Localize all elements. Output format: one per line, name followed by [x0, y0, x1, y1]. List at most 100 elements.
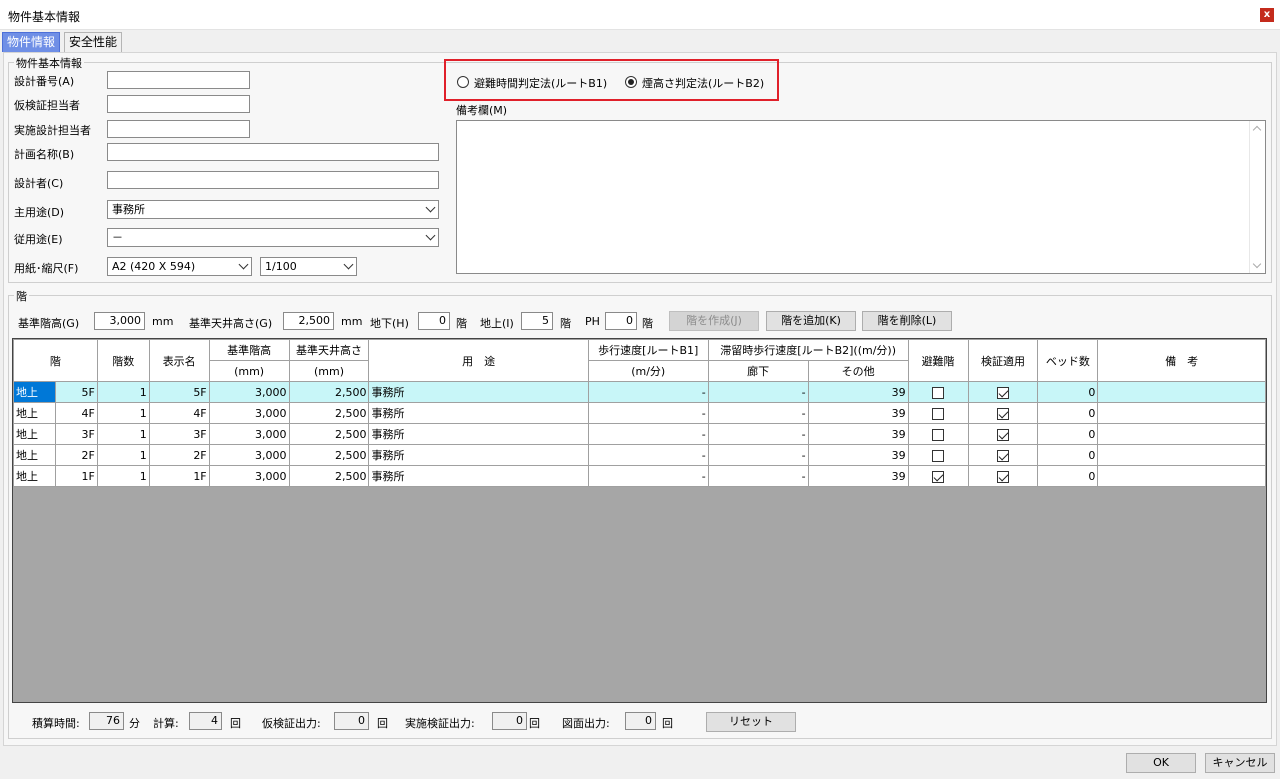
reset-button[interactable]: リセット — [706, 712, 796, 732]
cell-walk-speed[interactable]: - — [587, 402, 709, 424]
scroll-up-icon[interactable] — [1252, 125, 1262, 135]
refuge-checkbox[interactable] — [932, 428, 945, 441]
cell-beds[interactable]: 0 — [1037, 444, 1099, 466]
table-row[interactable]: 地上 2F 1 2F 3,000 2,500 事務所 - -39 0 — [13, 444, 1266, 466]
std-ceiling-input[interactable]: 2,500 — [283, 312, 334, 330]
cell-use[interactable]: 事務所 — [368, 381, 589, 403]
cell-floor-count[interactable]: 1 — [96, 423, 150, 445]
cell-other-speed[interactable]: 39 — [807, 423, 909, 445]
paper-size-select[interactable]: A2 (420 X 594) — [107, 257, 252, 276]
cell-display-name[interactable]: 5F — [148, 381, 210, 403]
ok-button[interactable]: OK — [1126, 753, 1196, 773]
cell-corridor-speed[interactable]: - — [707, 423, 809, 445]
cell-floor-kind[interactable]: 地上 — [13, 465, 56, 487]
cell-floor-level[interactable]: 3F — [54, 423, 98, 445]
scroll-down-icon[interactable] — [1252, 259, 1262, 269]
header-beds[interactable]: ベッド数 — [1037, 339, 1099, 382]
table-row[interactable]: 地上 1F 1 1F 3,000 2,500 事務所 - -39 0 — [13, 465, 1266, 487]
cell-ceiling-height[interactable]: 2,500 — [288, 444, 370, 466]
cell-display-name[interactable]: 3F — [148, 423, 210, 445]
memo-textarea[interactable] — [456, 120, 1266, 274]
refuge-checkbox[interactable] — [932, 470, 945, 483]
cell-use[interactable]: 事務所 — [368, 465, 589, 487]
cell-std-height[interactable]: 3,000 — [208, 423, 290, 445]
refuge-checkbox[interactable] — [932, 386, 945, 399]
cell-corridor-speed[interactable]: - — [707, 381, 809, 403]
temp-verifier-input[interactable] — [107, 95, 250, 113]
plan-name-input[interactable] — [107, 143, 439, 161]
scale-select[interactable]: 1/100 — [260, 257, 357, 276]
cell-display-name[interactable]: 1F — [148, 465, 210, 487]
cell-floor-count[interactable]: 1 — [96, 465, 150, 487]
cell-use[interactable]: 事務所 — [368, 423, 589, 445]
refuge-checkbox[interactable] — [932, 449, 945, 462]
cell-ceiling-height[interactable]: 2,500 — [288, 381, 370, 403]
cell-floor-level[interactable]: 1F — [54, 465, 98, 487]
cell-walk-speed[interactable]: - — [587, 423, 709, 445]
above-ground-input[interactable]: 5 — [521, 312, 553, 330]
header-verify[interactable]: 検証適用 — [967, 339, 1039, 382]
design-staff-input[interactable] — [107, 120, 250, 138]
cell-floor-level[interactable]: 4F — [54, 402, 98, 424]
cell-floor-kind[interactable]: 地上 — [13, 381, 56, 403]
underground-input[interactable]: 0 — [418, 312, 450, 330]
close-button[interactable]: x — [1260, 8, 1274, 22]
route-b2-radio[interactable] — [625, 76, 637, 88]
cell-beds[interactable]: 0 — [1037, 465, 1099, 487]
cell-beds[interactable]: 0 — [1037, 402, 1099, 424]
header-ceiling[interactable]: 基準天井高さ — [288, 339, 370, 361]
cell-note[interactable] — [1097, 402, 1266, 424]
cell-std-height[interactable]: 3,000 — [208, 381, 290, 403]
header-note[interactable]: 備 考 — [1097, 339, 1266, 382]
cell-ceiling-height[interactable]: 2,500 — [288, 465, 370, 487]
cell-other-speed[interactable]: 39 — [807, 381, 909, 403]
cell-note[interactable] — [1097, 444, 1266, 466]
cell-other-speed[interactable]: 39 — [807, 444, 909, 466]
cell-beds[interactable]: 0 — [1037, 423, 1099, 445]
add-floor-button[interactable]: 階を追加(K) — [766, 311, 856, 331]
cell-walk-speed[interactable]: - — [587, 444, 709, 466]
verify-checkbox[interactable] — [996, 470, 1009, 483]
cell-corridor-speed[interactable]: - — [707, 402, 809, 424]
header-use[interactable]: 用 途 — [368, 339, 589, 382]
cell-floor-level[interactable]: 2F — [54, 444, 98, 466]
table-row[interactable]: 地上 3F 1 3F 3,000 2,500 事務所 - -39 0 — [13, 423, 1266, 445]
ph-input[interactable]: 0 — [605, 312, 637, 330]
cell-floor-kind[interactable]: 地上 — [13, 402, 56, 424]
header-display[interactable]: 表示名 — [148, 339, 210, 382]
header-refuge[interactable]: 避難階 — [907, 339, 969, 382]
designer-input[interactable] — [107, 171, 439, 189]
header-floor[interactable]: 階 — [13, 339, 98, 382]
cell-corridor-speed[interactable]: - — [707, 444, 809, 466]
cell-floor-kind[interactable]: 地上 — [13, 444, 56, 466]
cell-display-name[interactable]: 2F — [148, 444, 210, 466]
delete-floor-button[interactable]: 階を削除(L) — [862, 311, 952, 331]
verify-checkbox[interactable] — [996, 428, 1009, 441]
cell-floor-kind[interactable]: 地上 — [13, 423, 56, 445]
cell-floor-count[interactable]: 1 — [96, 444, 150, 466]
verify-checkbox[interactable] — [996, 407, 1009, 420]
cell-beds[interactable]: 0 — [1037, 381, 1099, 403]
cell-other-speed[interactable]: 39 — [807, 465, 909, 487]
cell-display-name[interactable]: 4F — [148, 402, 210, 424]
cell-std-height[interactable]: 3,000 — [208, 444, 290, 466]
cell-use[interactable]: 事務所 — [368, 402, 589, 424]
header-std-height[interactable]: 基準階高 — [208, 339, 290, 361]
main-use-select[interactable]: 事務所 — [107, 200, 439, 219]
cell-corridor-speed[interactable]: - — [707, 465, 809, 487]
route-b1-radio[interactable] — [457, 76, 469, 88]
tab-safety-performance[interactable]: 安全性能 — [64, 32, 123, 52]
cell-walk-speed[interactable]: - — [587, 465, 709, 487]
table-row[interactable]: 地上 4F 1 4F 3,000 2,500 事務所 - -39 0 — [13, 402, 1266, 424]
cell-ceiling-height[interactable]: 2,500 — [288, 423, 370, 445]
cell-floor-level[interactable]: 5F — [54, 381, 98, 403]
sub-use-select[interactable]: － — [107, 228, 439, 247]
header-stay-speed[interactable]: 滞留時歩行速度[ルートB2]((m/分)) — [707, 339, 909, 361]
cancel-button[interactable]: キャンセル — [1205, 753, 1275, 773]
cell-floor-count[interactable]: 1 — [96, 381, 150, 403]
memo-scrollbar[interactable] — [1249, 121, 1265, 273]
header-count[interactable]: 階数 — [96, 339, 150, 382]
design-no-input[interactable] — [107, 71, 250, 89]
cell-note[interactable] — [1097, 381, 1266, 403]
header-walk-speed[interactable]: 歩行速度[ルートB1] — [587, 339, 709, 361]
